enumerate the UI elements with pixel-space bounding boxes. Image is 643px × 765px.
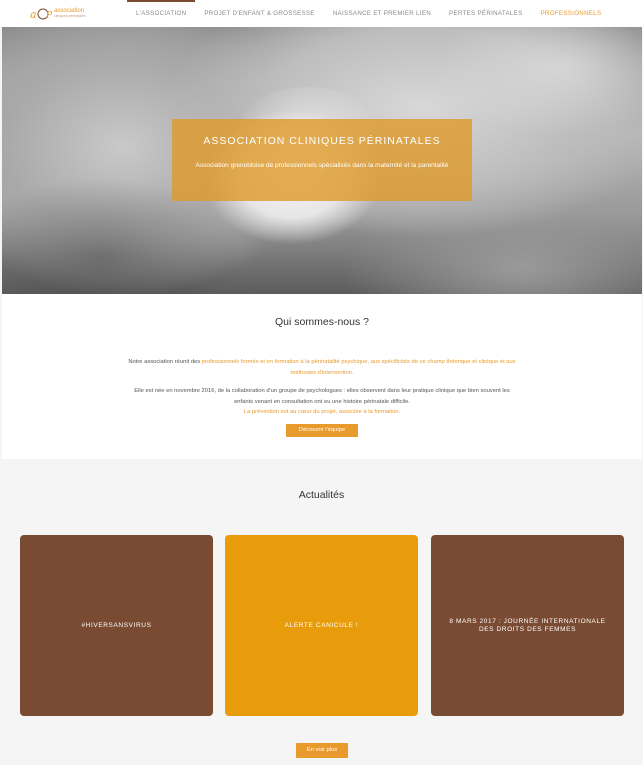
about-title: Qui sommes-nous ? bbox=[275, 316, 369, 328]
news-card-label: #HIVERSANSVIRUS bbox=[81, 621, 152, 629]
about-paragraph-2: Elle est née en novembre 2016, de la col… bbox=[127, 386, 517, 418]
discover-team-button[interactable]: Découvrir l'équipe bbox=[286, 423, 358, 437]
about-p2-highlight: La prévention est au cœur du projet, ass… bbox=[243, 409, 401, 415]
hero-title: ASSOCIATION CLINIQUES PÉRINATALES bbox=[203, 135, 441, 147]
news-card-label: ALERTE CANICULE ! bbox=[284, 621, 359, 629]
nav-item-association[interactable]: L'ASSOCIATION bbox=[127, 0, 196, 27]
nav-item-naissance[interactable]: NAISSANCE ET PREMIER LIEN bbox=[324, 0, 440, 27]
news-title: Actualités bbox=[298, 489, 345, 501]
news-card-alerte-canicule[interactable]: ALERTE CANICULE ! bbox=[225, 535, 418, 716]
about-p2-text: Elle est née en novembre 2016, de la col… bbox=[134, 388, 510, 405]
site-header: a P association cliniques périnatales L'… bbox=[0, 0, 643, 27]
about-section: Qui sommes-nous ? Notre association réun… bbox=[2, 294, 642, 459]
nav-item-pertes[interactable]: PERTES PÉRINATALES bbox=[440, 0, 531, 27]
hero-caption-box: ASSOCIATION CLINIQUES PÉRINATALES Associ… bbox=[172, 119, 472, 201]
logo-line2: cliniques périnatales bbox=[54, 13, 86, 18]
main-nav: L'ASSOCIATION PROJET D'ENFANT & GROSSESS… bbox=[127, 0, 610, 27]
svg-text:P: P bbox=[45, 11, 52, 21]
logo-text: association cliniques périnatales bbox=[54, 7, 86, 19]
nav-item-professionnels[interactable]: PROFESSIONNELS bbox=[532, 0, 611, 27]
news-card-hiversansvirus[interactable]: #HIVERSANSVIRUS bbox=[20, 535, 213, 716]
logo-mark-icon: a P bbox=[30, 8, 52, 21]
about-p1-text: Notre association réunit des bbox=[128, 359, 202, 365]
news-card-label: 8 MARS 2017 : JOURNÉE INTERNATIONALE DES… bbox=[449, 617, 606, 633]
see-more-button[interactable]: En voir plus bbox=[296, 743, 348, 758]
logo-line1: association bbox=[54, 7, 85, 14]
svg-text:a: a bbox=[30, 8, 37, 21]
about-p1-highlight: professionnels formés et en formation à … bbox=[201, 359, 516, 376]
hero-subtitle: Association grenobloise de professionnel… bbox=[195, 162, 449, 169]
about-paragraph-1: Notre association réunit des professionn… bbox=[127, 357, 517, 378]
hero-banner: ASSOCIATION CLINIQUES PÉRINATALES Associ… bbox=[2, 27, 642, 294]
news-card-8-mars[interactable]: 8 MARS 2017 : JOURNÉE INTERNATIONALE DES… bbox=[431, 535, 624, 716]
site-logo[interactable]: a P association cliniques périnatales bbox=[30, 6, 92, 21]
nav-item-projet-enfant[interactable]: PROJET D'ENFANT & GROSSESSE bbox=[195, 0, 323, 27]
